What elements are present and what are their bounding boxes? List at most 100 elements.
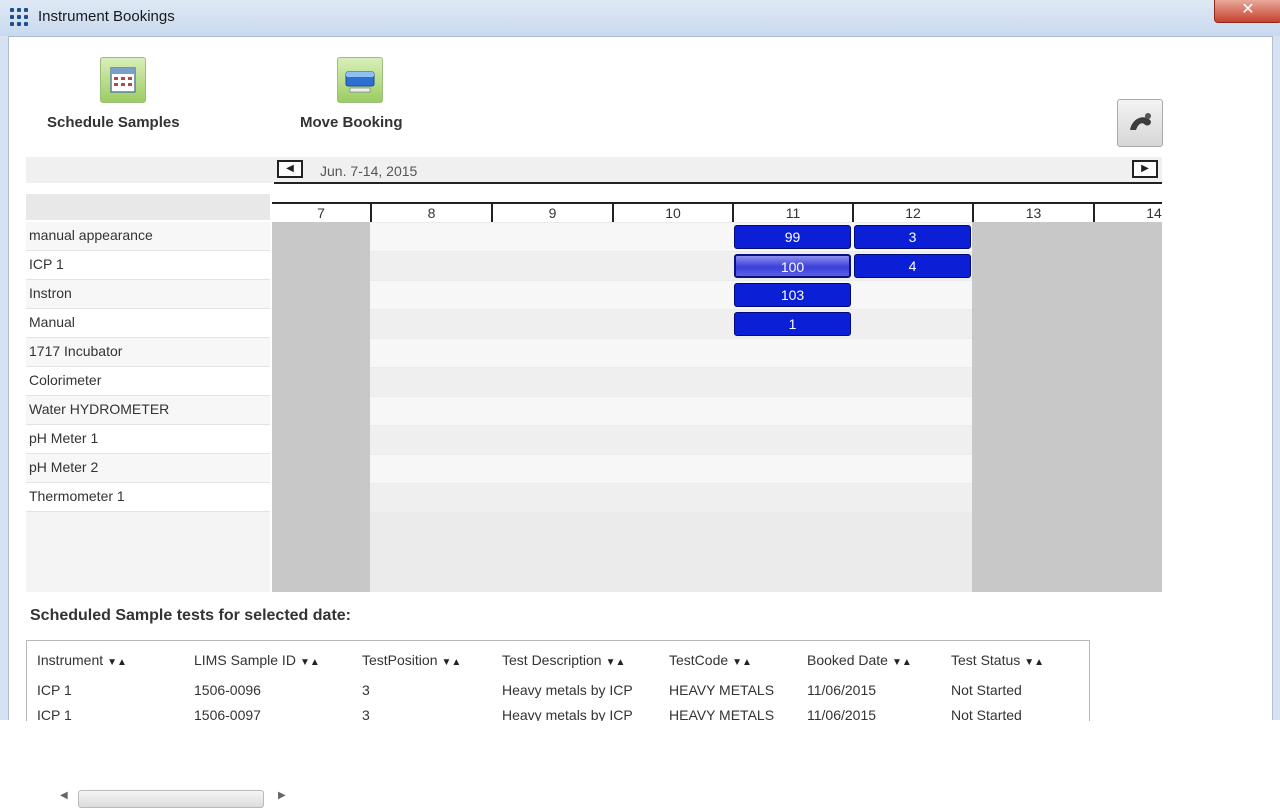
next-week-button[interactable]: ▶ bbox=[1132, 160, 1158, 178]
sort-icon[interactable]: ▼▲ bbox=[1024, 657, 1044, 668]
nav-divider bbox=[274, 182, 1162, 184]
table-cell: 3 bbox=[362, 682, 370, 698]
scroll-thumb[interactable] bbox=[78, 790, 264, 808]
column-header-label: Instrument bbox=[37, 652, 104, 668]
booking-block[interactable]: 103 bbox=[734, 283, 851, 307]
resource-label: pH Meter 1 bbox=[29, 430, 99, 446]
resource-label: Colorimeter bbox=[29, 372, 102, 388]
grid-row[interactable] bbox=[370, 339, 972, 367]
booking-block[interactable]: 99 bbox=[734, 225, 851, 249]
grid-row[interactable] bbox=[370, 397, 972, 425]
booking-grid[interactable]: 99 3 100 4 103 1 bbox=[272, 222, 1162, 592]
column-header-label: Test Description bbox=[502, 652, 602, 668]
grid-row[interactable] bbox=[370, 281, 972, 309]
sort-icon[interactable]: ▼▲ bbox=[732, 657, 752, 668]
scheduled-tests-title: Scheduled Sample tests for selected date… bbox=[30, 607, 351, 624]
resource-header bbox=[26, 194, 270, 220]
day-header-12[interactable]: 12 bbox=[852, 204, 972, 222]
grid-row[interactable] bbox=[370, 455, 972, 483]
column-header[interactable]: TestCode ▼▲ bbox=[669, 652, 752, 668]
day-header-7[interactable]: 7 bbox=[272, 204, 370, 222]
table-cell: Not Started bbox=[951, 682, 1022, 698]
resource-row[interactable]: Instron bbox=[26, 280, 270, 309]
weekend-column-7 bbox=[272, 222, 370, 592]
resource-label: Water HYDROMETER bbox=[29, 401, 170, 417]
resource-label: ICP 1 bbox=[29, 256, 64, 272]
resource-row[interactable]: manual appearance bbox=[26, 222, 270, 251]
resource-list: Thermometer 1 pH Meter 2 pH Meter 1 Water H… bbox=[26, 222, 286, 808]
day-header-8[interactable]: 8 bbox=[370, 204, 491, 222]
resource-row[interactable]: Manual bbox=[26, 309, 270, 338]
booking-block[interactable]: 4 bbox=[854, 254, 971, 278]
resource-row[interactable]: Colorimeter bbox=[26, 367, 270, 396]
sort-icon[interactable]: ▼▲ bbox=[441, 657, 461, 668]
weekend-column-13 bbox=[972, 222, 1093, 592]
resource-label: Thermometer 1 bbox=[29, 488, 125, 504]
day-header-9[interactable]: 9 bbox=[491, 204, 612, 222]
scroll-left-icon[interactable]: ◀ bbox=[60, 790, 68, 801]
calendar-icon bbox=[100, 57, 146, 103]
date-navigation-bar bbox=[26, 157, 1162, 183]
close-button[interactable]: ✕ bbox=[1214, 0, 1280, 23]
date-range-label: Jun. 7-14, 2015 bbox=[320, 163, 418, 179]
window-title: Instrument Bookings bbox=[38, 8, 175, 25]
sort-icon[interactable]: ▼▲ bbox=[606, 657, 626, 668]
resource-row[interactable]: ICP 1 bbox=[26, 251, 270, 280]
help-icon bbox=[1130, 113, 1151, 130]
scheduled-tests-table: ▲ Instrument▼▲LIMS Sample ID▼▲TestPositi… bbox=[26, 640, 1090, 721]
schedule-samples-label: Schedule Samples bbox=[47, 114, 180, 131]
column-header[interactable]: Test Description ▼▲ bbox=[502, 652, 625, 668]
resource-row[interactable]: pH Meter 2 bbox=[26, 454, 270, 483]
column-header[interactable]: Booked Date ▼▲ bbox=[807, 652, 912, 668]
booking-block[interactable]: 1 bbox=[734, 312, 851, 336]
grid-row[interactable] bbox=[370, 484, 972, 512]
column-header-label: TestCode bbox=[669, 652, 729, 668]
table-cell: HEAVY METALS bbox=[669, 707, 775, 721]
grid-app-icon bbox=[10, 8, 30, 28]
sort-icon[interactable]: ▼▲ bbox=[892, 657, 912, 668]
booking-block[interactable]: 100 bbox=[734, 254, 851, 278]
weekend-column-14 bbox=[1093, 222, 1162, 592]
scroll-right-icon[interactable]: ▶ bbox=[278, 790, 286, 801]
column-header-label: Test Status bbox=[951, 652, 1021, 668]
column-header[interactable]: LIMS Sample ID ▼▲ bbox=[194, 652, 320, 668]
window-frame-left bbox=[0, 36, 9, 720]
table-cell: HEAVY METALS bbox=[669, 682, 775, 698]
resource-row[interactable]: Thermometer 1 bbox=[26, 483, 270, 512]
column-header[interactable]: Test Status ▼▲ bbox=[951, 652, 1044, 668]
column-header[interactable]: TestPosition ▼▲ bbox=[362, 652, 461, 668]
column-header-label: TestPosition bbox=[362, 652, 438, 668]
table-cell: 1506-0097 bbox=[194, 707, 261, 721]
day-header-row: 7 8 9 10 11 12 13 14 bbox=[272, 202, 1162, 223]
resource-label: Instron bbox=[29, 285, 72, 301]
window-frame-right bbox=[1272, 36, 1280, 720]
table-cell: 1506-0096 bbox=[194, 682, 261, 698]
grid-row[interactable] bbox=[370, 310, 972, 338]
sort-icon[interactable]: ▼▲ bbox=[300, 657, 320, 668]
help-button[interactable] bbox=[1117, 99, 1163, 147]
table-cell: 11/06/2015 bbox=[807, 707, 877, 721]
table-cell: ICP 1 bbox=[37, 707, 72, 721]
previous-week-button[interactable]: ◀ bbox=[277, 160, 303, 178]
resource-row[interactable]: 1717 Incubator bbox=[26, 338, 270, 367]
table-cell: 11/06/2015 bbox=[807, 682, 877, 698]
move-booking-icon bbox=[337, 57, 383, 103]
booking-block[interactable]: 3 bbox=[854, 225, 971, 249]
day-header-13[interactable]: 13 bbox=[972, 204, 1093, 222]
column-header[interactable]: Instrument ▼▲ bbox=[37, 652, 127, 668]
sort-icon[interactable]: ▼▲ bbox=[107, 657, 127, 668]
resource-label: manual appearance bbox=[29, 227, 153, 243]
resource-label: pH Meter 2 bbox=[29, 459, 99, 475]
day-header-14[interactable]: 14 bbox=[1093, 204, 1162, 222]
table-cell: Heavy metals by ICP bbox=[502, 682, 633, 698]
grid-row[interactable] bbox=[370, 426, 972, 454]
resource-row[interactable]: pH Meter 1 bbox=[26, 425, 270, 454]
day-header-10[interactable]: 10 bbox=[612, 204, 732, 222]
column-header-label: LIMS Sample ID bbox=[194, 652, 296, 668]
resource-label: 1717 Incubator bbox=[29, 343, 123, 359]
day-header-11[interactable]: 11 bbox=[732, 204, 852, 222]
grid-row[interactable] bbox=[370, 368, 972, 396]
table-cell: Not Started bbox=[951, 707, 1022, 721]
resource-row[interactable]: Water HYDROMETER bbox=[26, 396, 270, 425]
resource-horizontal-scrollbar[interactable]: ◀ ▶ bbox=[56, 788, 292, 810]
